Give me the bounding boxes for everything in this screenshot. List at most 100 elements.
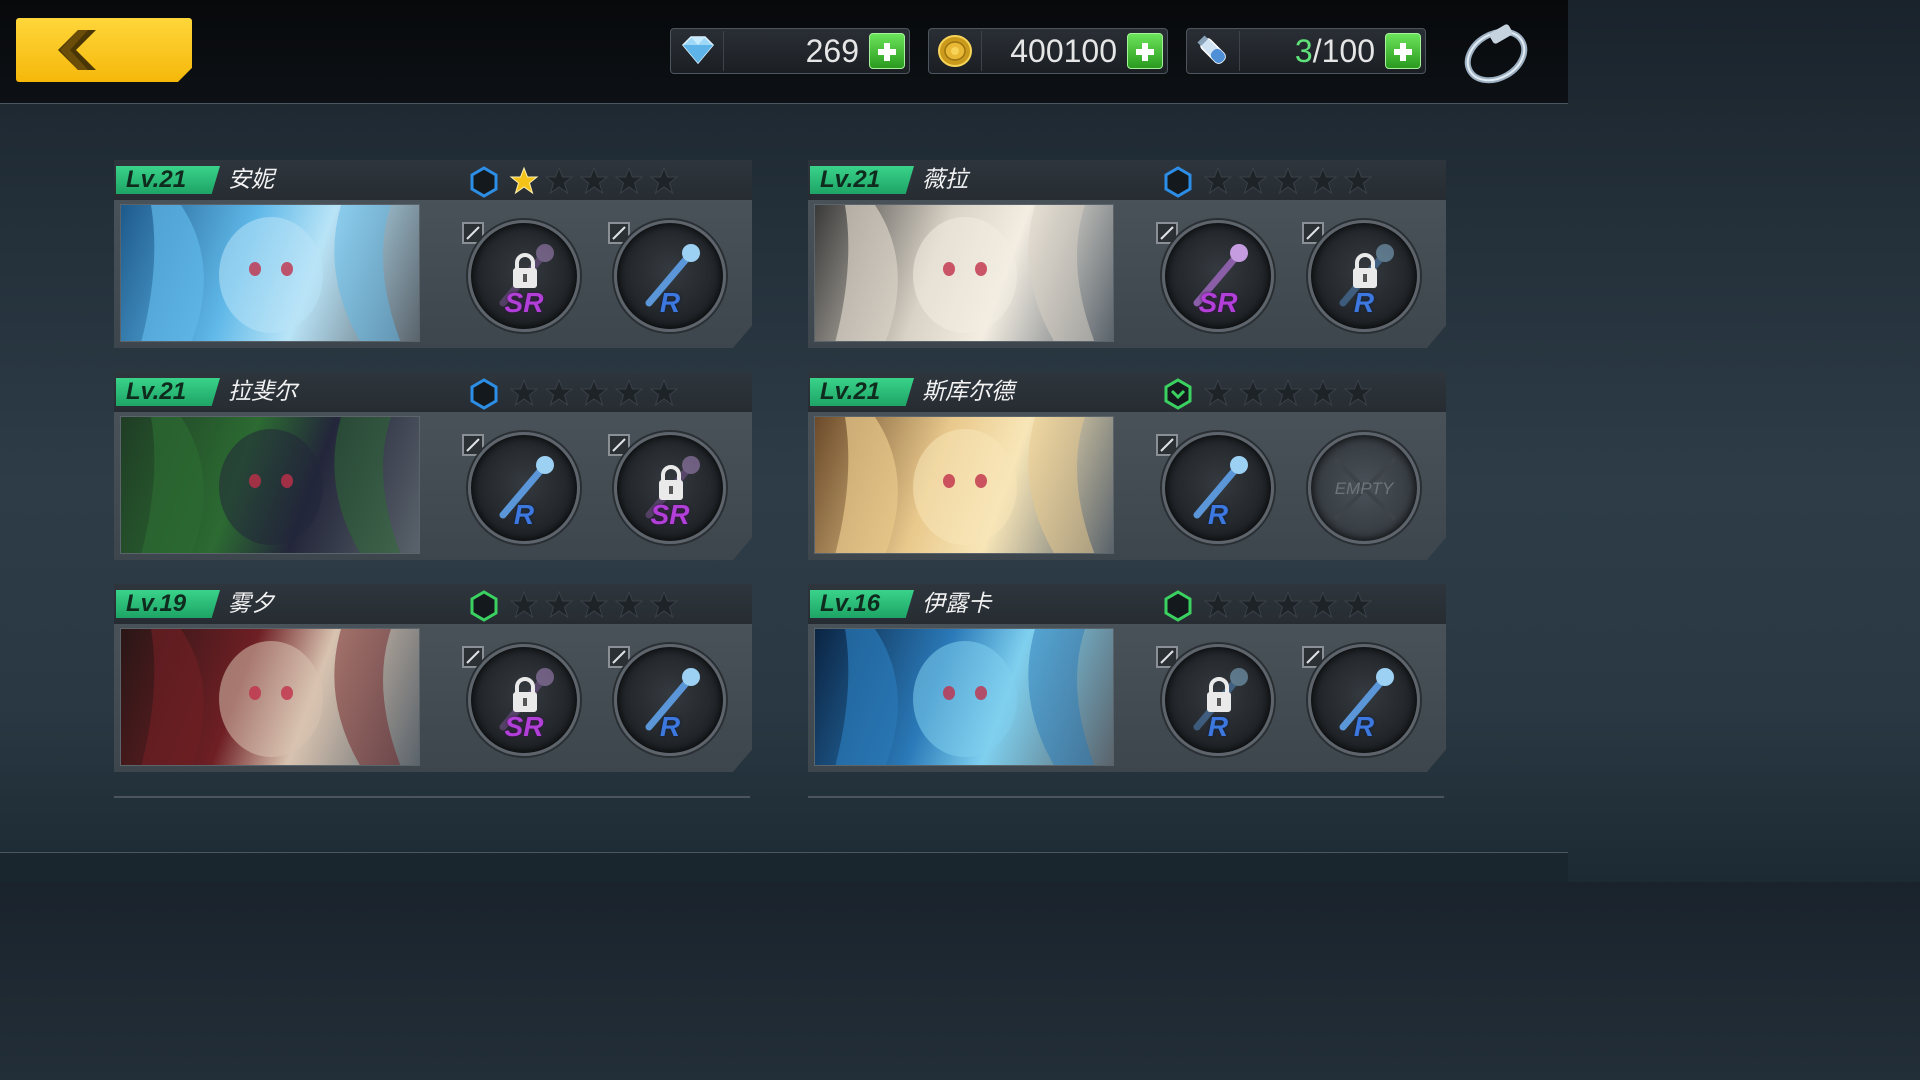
star-rating <box>1203 590 1373 622</box>
rarity-label: R <box>659 711 681 742</box>
level-badge: Lv.21 <box>810 378 914 406</box>
weapon-slot[interactable]: SR <box>614 432 726 544</box>
weapon-slot[interactable]: SR <box>1162 220 1274 332</box>
add-gold-button[interactable] <box>1127 33 1163 69</box>
star-rating <box>1203 166 1373 198</box>
weapon-slot[interactable]: R <box>614 220 726 332</box>
empty-label: EMPTY <box>1334 479 1394 498</box>
lock-icon <box>659 465 683 500</box>
star-icon <box>614 378 644 407</box>
ring-icon[interactable] <box>1460 22 1532 86</box>
separator <box>723 31 724 71</box>
weapon-slot[interactable]: R <box>1162 432 1274 544</box>
edit-icon <box>466 438 480 452</box>
gold-counter: 400100 <box>928 28 1168 74</box>
character-portrait <box>814 416 1114 554</box>
hexagon-icon <box>470 166 498 198</box>
lock-icon <box>513 253 537 288</box>
bottom-bar <box>0 852 1568 882</box>
lock-icon <box>1207 677 1231 712</box>
character-card[interactable]: Lv.21 安妮 SR R <box>114 160 752 348</box>
gold-coin-icon <box>938 35 972 67</box>
top-bar: 269 400100 3/100 <box>0 0 1568 104</box>
star-icon <box>1308 590 1338 619</box>
level-badge: Lv.16 <box>810 590 914 618</box>
star-icon <box>649 378 679 407</box>
star-icon <box>579 590 609 619</box>
hexagon-icon <box>1164 166 1192 198</box>
character-card[interactable]: Lv.16 伊露卡 R R <box>808 584 1446 772</box>
weapon-slot[interactable]: SR <box>468 220 580 332</box>
character-card[interactable]: Lv.19 雾夕 SR R <box>114 584 752 772</box>
star-icon <box>509 166 539 195</box>
character-name: 雾夕 <box>228 591 274 617</box>
character-card[interactable]: Lv.21 薇拉 SR R <box>808 160 1446 348</box>
character-portrait <box>814 628 1114 766</box>
diamond-counter: 269 <box>670 28 910 74</box>
rarity-label: R <box>1353 711 1375 742</box>
level-badge: Lv.21 <box>810 166 914 194</box>
weapon-slot[interactable]: R <box>1308 220 1420 332</box>
weapon-slot-empty[interactable]: EMPTY <box>1308 432 1420 544</box>
rarity-label: SR <box>650 499 690 530</box>
divider <box>808 796 1444 798</box>
stamina-value: 3/100 <box>1295 33 1375 69</box>
level-badge: Lv.21 <box>116 166 220 194</box>
weapon-slot[interactable]: R <box>1162 644 1274 756</box>
weapon-slot[interactable]: R <box>468 432 580 544</box>
weapon-slot[interactable]: SR <box>468 644 580 756</box>
edit-icon <box>612 226 626 240</box>
portrait-image <box>835 629 1095 765</box>
lock-icon <box>513 677 537 712</box>
add-diamond-button[interactable] <box>869 33 905 69</box>
separator <box>981 31 982 71</box>
character-portrait <box>120 204 420 342</box>
divider <box>114 796 750 798</box>
rarity-label: R <box>513 499 535 530</box>
rarity-label: SR <box>1198 287 1238 318</box>
rarity-label: R <box>1207 711 1229 742</box>
star-icon <box>1273 166 1303 195</box>
rarity-label: R <box>659 287 681 318</box>
character-name: 斯库尔德 <box>922 379 1014 405</box>
back-button[interactable] <box>16 18 192 82</box>
star-icon <box>1203 166 1233 195</box>
gold-value: 400100 <box>1010 33 1117 69</box>
star-rating <box>509 166 679 198</box>
star-icon <box>544 590 574 619</box>
level-badge: Lv.21 <box>116 378 220 406</box>
hexagon-icon <box>470 378 498 410</box>
rarity-label: SR <box>504 711 544 742</box>
star-icon <box>509 590 539 619</box>
edit-icon <box>466 650 480 664</box>
star-icon <box>614 590 644 619</box>
portrait-image <box>141 417 401 553</box>
star-icon <box>1343 166 1373 195</box>
star-rating <box>509 378 679 410</box>
character-portrait <box>120 416 420 554</box>
rarity-label: R <box>1207 499 1229 530</box>
portrait-image <box>835 417 1095 553</box>
star-icon <box>544 378 574 407</box>
edit-icon <box>1160 438 1174 452</box>
weapon-slot[interactable]: R <box>1308 644 1420 756</box>
separator <box>1239 31 1240 71</box>
character-card[interactable]: Lv.21 拉斐尔 R SR <box>114 372 752 560</box>
level-badge: Lv.19 <box>116 590 220 618</box>
character-portrait <box>814 204 1114 342</box>
star-icon <box>614 166 644 195</box>
diamond-value: 269 <box>805 33 859 69</box>
character-portrait <box>120 628 420 766</box>
star-icon <box>509 378 539 407</box>
star-rating <box>509 590 679 622</box>
add-stamina-button[interactable] <box>1385 33 1421 69</box>
star-icon <box>1238 590 1268 619</box>
back-arrow-icon <box>58 30 96 70</box>
star-icon <box>1308 166 1338 195</box>
character-name: 薇拉 <box>922 167 968 193</box>
weapon-slot[interactable]: R <box>614 644 726 756</box>
character-name: 伊露卡 <box>922 591 991 617</box>
character-card[interactable]: Lv.21 斯库尔德 R EMPTY <box>808 372 1446 560</box>
hexagon-icon <box>1164 590 1192 622</box>
rarity-label: R <box>1353 287 1375 318</box>
